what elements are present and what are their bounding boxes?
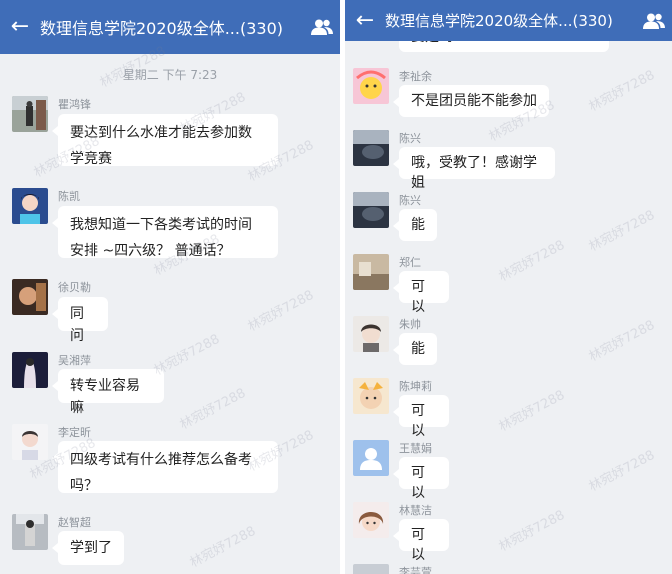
message-bubble[interactable]: 可以 (393, 271, 449, 315)
avatar-partial[interactable] (353, 564, 389, 574)
back-arrow-icon[interactable]: ← (0, 16, 40, 38)
message-bubble[interactable]: 同问 (52, 297, 108, 344)
avatar-zhu[interactable] (353, 316, 389, 352)
back-arrow-icon[interactable]: ← (345, 9, 385, 32)
chat-header: ← 数理信息学院2020级全体...(330) (345, 0, 672, 41)
message-line: 安排 ~四六级？ 普通话？ (70, 243, 231, 259)
avatar-chen-kai[interactable] (12, 188, 48, 224)
sender-name: 王慧娟 (399, 442, 432, 455)
sender-name: 吴湘萍 (58, 354, 91, 367)
message-bubble[interactable]: 学到了 (52, 531, 124, 565)
message-bubble[interactable]: 可以 (393, 519, 449, 563)
chat-header: ← 数理信息学院2020级全体...(330) (0, 0, 340, 54)
message-line: 吗？ (70, 478, 98, 494)
watermark: 林宛妤7288 (586, 207, 658, 255)
message-text: 不是团员能不能参加 (411, 93, 537, 109)
sender-name: 陈坤莉 (399, 380, 432, 393)
avatar-li-dingxin[interactable] (12, 424, 48, 460)
avatar-qu[interactable] (12, 96, 48, 132)
message-bubble[interactable]: 四级考试有什么推荐怎么备考 吗？ (52, 441, 278, 494)
message-line: 四级考试有什么推荐怎么备考 (70, 452, 252, 468)
message-text: 可以 (411, 279, 425, 315)
chat-title: 数理信息学院2020级全体...(330) (385, 12, 613, 30)
message-bubble[interactable]: 转专业容易嘛 (52, 369, 164, 416)
avatar-zhao[interactable] (12, 514, 48, 550)
watermark: 林宛妤7288 (586, 317, 658, 365)
sender-name: 李祉余 (399, 70, 432, 83)
message-line: 我想知道一下各类考试的时间 (70, 217, 252, 233)
watermark: 林宛妤7288 (177, 385, 249, 433)
message-bubble[interactable]: 能 (393, 209, 437, 241)
sender-name: 林慧洁 (399, 504, 432, 517)
sender-name-partial: 李芸萱 (399, 566, 432, 574)
message-bubble[interactable]: 可以 (393, 395, 449, 439)
group-members-icon[interactable] (636, 13, 672, 29)
sender-name: 陈兴 (399, 132, 421, 145)
avatar-lin-huijie[interactable] (353, 502, 389, 538)
message-text: 可以 (411, 465, 425, 501)
message-bubble[interactable]: 可以 (393, 457, 449, 501)
avatar-chen-xing[interactable] (353, 192, 389, 228)
sender-name: 徐贝勒 (58, 281, 91, 294)
message-text: 学到了 (70, 540, 112, 556)
sender-name: 郑仁 (399, 256, 421, 269)
message-text: 转专业容易嘛 (70, 378, 140, 416)
chat-panel-right: 要是吗 ← 数理信息学院2020级全体...(330) 李祉余 不是团员能不能参… (345, 0, 672, 574)
message-bubble[interactable]: 哦，受教了！感谢学姐 (393, 147, 555, 191)
message-text: 能 (411, 217, 425, 233)
message-bubble[interactable]: 能 (393, 333, 437, 365)
avatar-zheng[interactable] (353, 254, 389, 290)
group-members-icon[interactable] (304, 19, 340, 35)
watermark: 林宛妤7288 (496, 507, 568, 555)
message-text: 同问 (70, 306, 84, 344)
chat-title: 数理信息学院2020级全体...(330) (40, 19, 284, 38)
avatar-default-user-icon[interactable] (353, 440, 389, 476)
message-line: 学竞赛 (70, 151, 112, 167)
screenshot-composite: ← 数理信息学院2020级全体...(330) 星期二 下午 7:23 瞿鸿锋 … (0, 0, 672, 574)
sender-name: 朱帅 (399, 318, 421, 331)
sender-name: 瞿鸿锋 (58, 98, 91, 111)
message-text: 可以 (411, 403, 425, 439)
avatar-chen-xing[interactable] (353, 130, 389, 166)
timestamp-divider: 星期二 下午 7:23 (122, 68, 218, 82)
sender-name: 李定昕 (58, 426, 91, 439)
watermark: 林宛妤7288 (187, 523, 259, 571)
avatar-wu[interactable] (12, 352, 48, 388)
chat-panel-left: ← 数理信息学院2020级全体...(330) 星期二 下午 7:23 瞿鸿锋 … (0, 0, 340, 574)
message-bubble[interactable]: 要达到什么水准才能去参加数 学竞赛 (52, 114, 278, 167)
watermark: 林宛妤7288 (245, 287, 317, 335)
message-text: 能 (411, 341, 425, 357)
watermark: 林宛妤7288 (496, 237, 568, 285)
message-bubble[interactable]: 我想知道一下各类考试的时间 安排 ~四六级？ 普通话？ (52, 206, 278, 259)
watermark: 林宛妤7288 (586, 67, 658, 115)
message-text: 可以 (411, 527, 425, 563)
avatar-chen-kunli[interactable] (353, 378, 389, 414)
watermark: 林宛妤7288 (586, 447, 658, 495)
watermark: 林宛妤7288 (496, 387, 568, 435)
avatar-li-zhiyu[interactable] (353, 68, 389, 104)
message-line: 要达到什么水准才能去参加数 (70, 125, 252, 141)
sender-name: 陈兴 (399, 194, 421, 207)
avatar-xu[interactable] (12, 279, 48, 315)
sender-name: 陈凯 (58, 190, 80, 203)
message-bubble[interactable]: 不是团员能不能参加 (393, 85, 549, 117)
message-text: 哦，受教了！感谢学姐 (411, 155, 537, 191)
sender-name: 赵智超 (58, 516, 91, 529)
